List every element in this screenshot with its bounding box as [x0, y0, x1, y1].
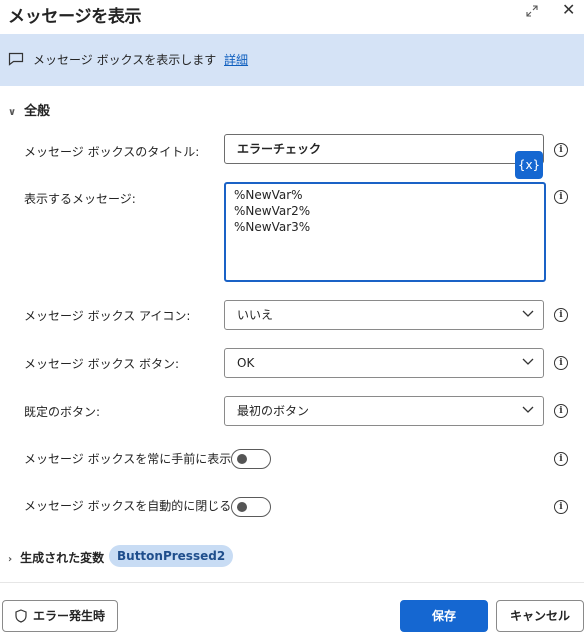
autoclose-label: メッセージ ボックスを自動的に閉じる:	[24, 499, 236, 513]
info-icon[interactable]: i	[554, 190, 568, 204]
topmost-toggle[interactable]	[231, 449, 271, 469]
footer-divider	[0, 582, 584, 583]
icon-select-value: いいえ	[237, 308, 274, 322]
on-error-button[interactable]: エラー発生時	[2, 600, 118, 632]
autoclose-toggle[interactable]	[231, 497, 271, 517]
message-line: %NewVar%	[234, 188, 303, 202]
message-textarea[interactable]: %NewVar% %NewVar2% %NewVar3%	[224, 182, 546, 282]
chevron-right-icon: ›	[8, 554, 13, 565]
info-icon[interactable]: i	[554, 143, 568, 157]
title-label: メッセージ ボックスのタイトル:	[24, 145, 200, 159]
icon-select[interactable]: いいえ	[224, 300, 544, 330]
message-icon	[8, 52, 24, 66]
chevron-down-icon	[522, 406, 534, 413]
message-label: 表示するメッセージ:	[24, 192, 136, 206]
info-text: メッセージ ボックスを表示します	[33, 53, 217, 67]
message-line: %NewVar2%	[234, 204, 311, 218]
variable-badge[interactable]: ButtonPressed2	[109, 545, 234, 567]
chevron-down-icon	[522, 310, 534, 317]
info-icon[interactable]: i	[554, 404, 568, 418]
default-button-select[interactable]: 最初のボタン	[224, 396, 544, 426]
expand-icon[interactable]	[526, 5, 538, 17]
buttons-label: メッセージ ボックス ボタン:	[24, 357, 180, 371]
info-bar: メッセージ ボックスを表示します 詳細	[0, 34, 584, 86]
buttons-select-value: OK	[237, 356, 255, 370]
message-line: %NewVar3%	[234, 220, 311, 234]
dialog-title: メッセージを表示	[8, 7, 142, 27]
info-icon[interactable]: i	[554, 308, 568, 322]
close-icon[interactable]: ✕	[562, 2, 575, 18]
details-link[interactable]: 詳細	[224, 53, 248, 67]
chevron-down-icon	[522, 358, 534, 365]
icon-label: メッセージ ボックス アイコン:	[24, 309, 191, 323]
info-icon[interactable]: i	[554, 356, 568, 370]
shield-icon	[15, 609, 27, 623]
title-input[interactable]: エラーチェック	[224, 134, 544, 164]
cancel-button[interactable]: キャンセル	[496, 600, 584, 632]
info-icon[interactable]: i	[554, 452, 568, 466]
info-icon[interactable]: i	[554, 500, 568, 514]
generated-vars-section[interactable]: › 生成された変数	[8, 549, 104, 566]
section-general[interactable]: ∨ 全般	[8, 100, 50, 119]
buttons-select[interactable]: OK	[224, 348, 544, 378]
chevron-down-icon: ∨	[8, 107, 17, 118]
save-button[interactable]: 保存	[400, 600, 488, 632]
topmost-label: メッセージ ボックスを常に手前に表示する:	[24, 452, 260, 466]
generated-vars-label: 生成された変数	[20, 551, 105, 565]
on-error-label: エラー発生時	[32, 609, 105, 623]
insert-variable-button[interactable]: {x}	[515, 151, 543, 179]
section-label: 全般	[24, 104, 51, 119]
default-button-label: 既定のボタン:	[24, 405, 101, 419]
default-button-select-value: 最初のボタン	[237, 404, 310, 418]
